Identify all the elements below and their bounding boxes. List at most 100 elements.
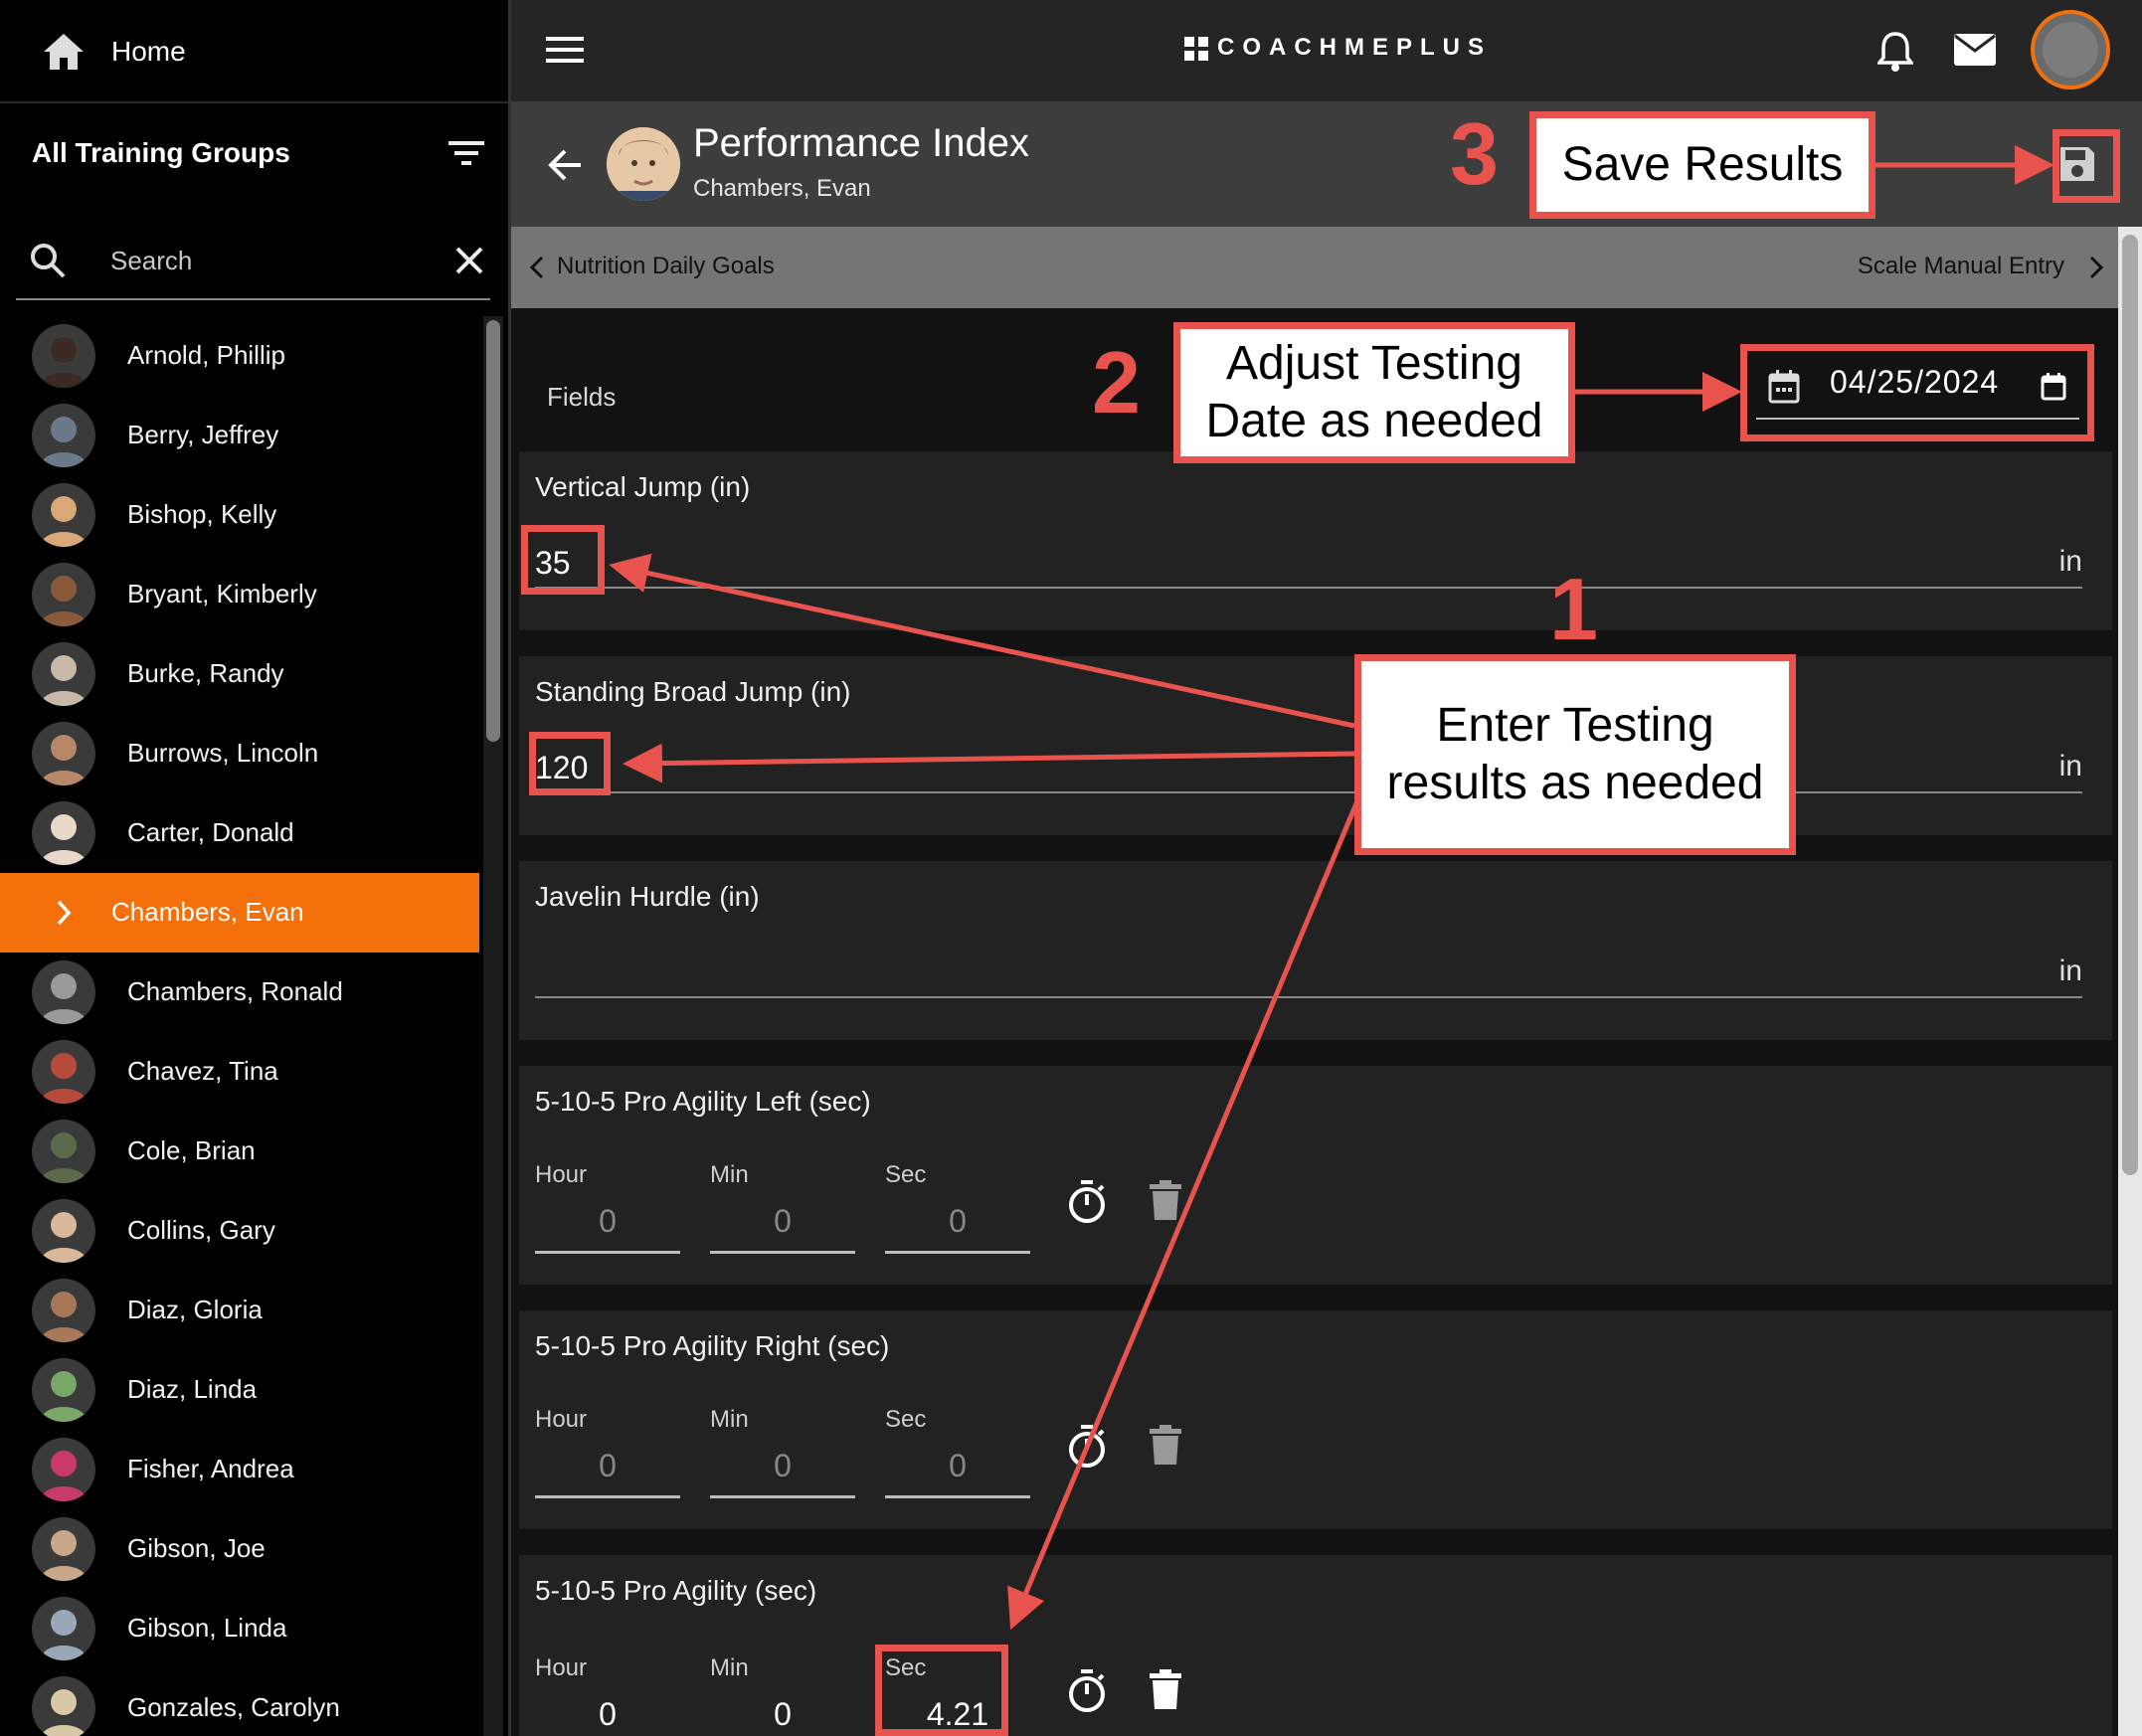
athlete-list-item[interactable]: Berry, Jeffrey — [0, 396, 479, 475]
athlete-name: Fisher, Andrea — [127, 1454, 294, 1483]
athlete-list-item[interactable]: Bishop, Kelly — [0, 475, 479, 555]
form-content: Fields 04/25/2024 Vertical Jump (in) 35 … — [511, 308, 2118, 1736]
athlete-name: Collins, Gary — [127, 1215, 275, 1245]
prev-form-link[interactable]: Nutrition Daily Goals — [557, 253, 775, 280]
bell-icon[interactable] — [1874, 28, 1917, 74]
menu-icon[interactable] — [543, 30, 587, 70]
javelin-label: Javelin Hurdle (in) — [535, 881, 760, 912]
app-logo: COACHMEPLUS — [1217, 34, 1493, 61]
hour-value[interactable]: 0 — [535, 1448, 680, 1484]
home-icon — [40, 30, 88, 74]
athlete-list-item[interactable]: Chavez, Tina — [0, 1032, 479, 1112]
stopwatch-icon[interactable] — [1064, 1666, 1110, 1716]
sidebar-scroll-thumb[interactable] — [486, 320, 500, 742]
agility-left-sec[interactable]: Sec 0 — [885, 1161, 1030, 1257]
clear-search-icon[interactable] — [449, 241, 489, 280]
athlete-list-item[interactable]: Gibson, Linda — [0, 1589, 479, 1668]
javelin-card: Javelin Hurdle (in) in — [519, 861, 2112, 1040]
athlete-list-item[interactable]: Fisher, Andrea — [0, 1430, 479, 1509]
min-value[interactable]: 0 — [710, 1448, 855, 1484]
vertical-jump-label: Vertical Jump (in) — [535, 471, 751, 502]
min-underline — [710, 1495, 855, 1498]
athlete-name: Burke, Randy — [127, 658, 284, 688]
save-highlight — [2053, 129, 2120, 203]
trash-icon[interactable] — [1146, 1666, 1185, 1712]
agility-left-label: 5-10-5 Pro Agility Left (sec) — [535, 1086, 871, 1117]
athlete-name: Chambers, Ronald — [127, 976, 343, 1006]
trash-icon[interactable] — [1146, 1177, 1185, 1223]
agility-right-card: 5-10-5 Pro Agility Right (sec) Hour 0 Min… — [519, 1310, 2112, 1529]
min-value[interactable]: 0 — [710, 1696, 855, 1733]
home-label: Home — [111, 36, 186, 67]
min-value[interactable]: 0 — [710, 1203, 855, 1240]
athlete-list-item[interactable]: Chambers, Evan — [0, 873, 479, 953]
broad-jump-unit: in — [2058, 750, 2082, 782]
min-underline — [710, 1251, 855, 1254]
main-scrollbar[interactable] — [2118, 227, 2142, 1736]
logo-mark-icon — [1183, 36, 1209, 62]
athlete-search — [16, 221, 490, 300]
athlete-list-item[interactable]: Burrows, Lincoln — [0, 714, 479, 793]
athlete-name: Bishop, Kelly — [127, 499, 277, 529]
agility-right-sec[interactable]: Sec 0 — [885, 1406, 1030, 1501]
athlete-list-item[interactable]: Gonzales, Carolyn — [0, 1668, 479, 1736]
athlete-list-item[interactable]: Bryant, Kimberly — [0, 555, 479, 634]
filter-icon[interactable] — [446, 135, 487, 171]
min-label: Min — [710, 1654, 749, 1681]
agility-right-hour[interactable]: Hour 0 — [535, 1406, 680, 1501]
broad-jump-highlight — [529, 732, 611, 795]
athlete-name: Carter, Donald — [127, 817, 294, 847]
athlete-list-item[interactable]: Arnold, Phillip — [0, 316, 479, 396]
fields-label: Fields — [547, 382, 617, 412]
stopwatch-icon[interactable] — [1064, 1177, 1110, 1227]
athlete-list-item[interactable]: Burke, Randy — [0, 634, 479, 714]
athlete-list-item[interactable]: Chambers, Ronald — [0, 953, 479, 1032]
athlete-avatar — [32, 563, 95, 626]
athlete-list-item[interactable]: Cole, Brian — [0, 1112, 479, 1191]
back-arrow-icon[interactable] — [543, 143, 587, 187]
sec-value[interactable]: 0 — [885, 1448, 1030, 1484]
sec-value[interactable]: 0 — [885, 1203, 1030, 1240]
vertical-jump-card: Vertical Jump (in) 35 in — [519, 451, 2112, 630]
sidebar-scrollbar[interactable] — [483, 316, 503, 1736]
agility-min[interactable]: Min 0 — [710, 1654, 855, 1736]
mail-icon[interactable] — [1951, 30, 1999, 70]
hour-value[interactable]: 0 — [535, 1696, 680, 1733]
hour-value[interactable]: 0 — [535, 1203, 680, 1240]
page-title: Performance Index — [693, 121, 1029, 165]
training-groups-title[interactable]: All Training Groups — [32, 137, 290, 169]
agility-hour[interactable]: Hour 0 — [535, 1654, 680, 1736]
athlete-list-item[interactable]: Gibson, Joe — [0, 1509, 479, 1589]
hour-underline — [535, 1251, 680, 1254]
trash-icon[interactable] — [1146, 1422, 1185, 1468]
agility-right-min[interactable]: Min 0 — [710, 1406, 855, 1501]
user-avatar[interactable] — [2031, 10, 2110, 89]
athlete-list-item[interactable]: Diaz, Gloria — [0, 1271, 479, 1350]
athlete-avatar — [32, 1199, 95, 1263]
vertical-jump-unit: in — [2058, 545, 2082, 578]
broad-jump-card: Standing Broad Jump (in) 120 in — [519, 656, 2112, 835]
athlete-name: Arnold, Phillip — [127, 340, 285, 370]
athlete-name: Gibson, Joe — [127, 1533, 266, 1563]
search-input[interactable] — [110, 239, 429, 282]
hour-underline — [535, 1495, 680, 1498]
athlete-list-item[interactable]: Carter, Donald — [0, 793, 479, 873]
athlete-avatar — [607, 127, 680, 201]
agility-left-hour[interactable]: Hour 0 — [535, 1161, 680, 1257]
vertical-jump-underline — [535, 587, 2082, 589]
athlete-avatar — [32, 404, 95, 467]
step1-number: 1 — [1549, 560, 1598, 658]
chevron-left-icon[interactable] — [525, 253, 549, 282]
athlete-list-item[interactable]: Collins, Gary — [0, 1191, 479, 1271]
agility-left-min[interactable]: Min 0 — [710, 1161, 855, 1257]
main-scroll-thumb[interactable] — [2122, 235, 2138, 1175]
next-form-link[interactable]: Scale Manual Entry — [1858, 253, 2064, 280]
athlete-name: Diaz, Gloria — [127, 1295, 263, 1324]
agility-card: 5-10-5 Pro Agility (sec) Hour 0 Min 0 Sec 4… — [519, 1555, 2112, 1736]
athlete-name: Diaz, Linda — [127, 1374, 258, 1404]
chevron-right-icon[interactable] — [2084, 253, 2108, 282]
athlete-list-item[interactable]: Diaz, Linda — [0, 1350, 479, 1430]
hour-label: Hour — [535, 1406, 588, 1433]
stopwatch-icon[interactable] — [1064, 1422, 1110, 1472]
home-nav-item[interactable]: Home — [0, 0, 508, 103]
